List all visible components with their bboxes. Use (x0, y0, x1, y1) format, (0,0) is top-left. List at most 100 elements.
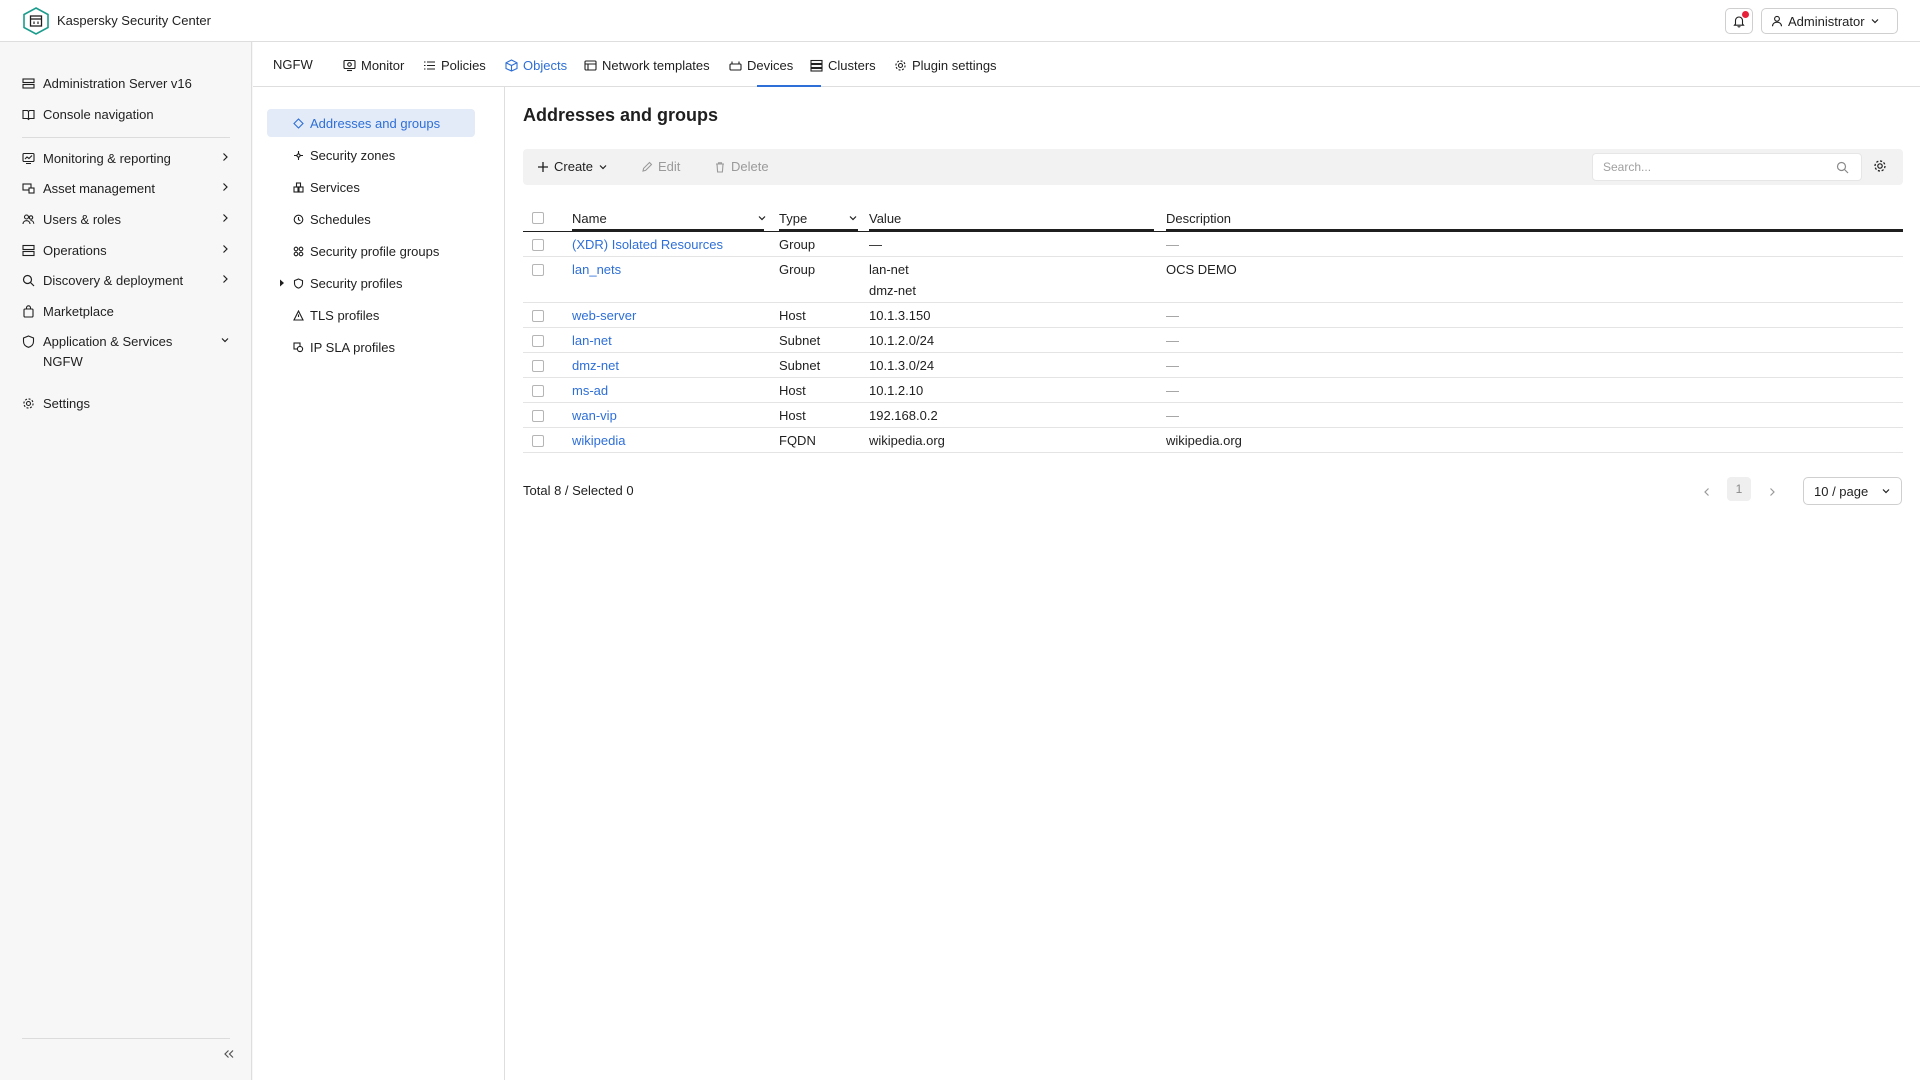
column-header-value[interactable]: Value (869, 211, 901, 226)
object-value: 10.1.3.150 (869, 308, 931, 323)
sidebar-item-monitoring-reporting[interactable]: Monitoring & reporting (22, 146, 230, 170)
next-page-button[interactable] (1767, 486, 1777, 498)
column-resize-line (869, 229, 1154, 231)
kaspersky-logo-icon[interactable] (22, 7, 50, 35)
row-checkbox[interactable] (532, 410, 544, 422)
row-checkbox[interactable] (532, 335, 544, 347)
subnav-item-tls-profiles[interactable]: TLS profiles (267, 301, 475, 329)
table-toolbar: Create Edit Delete (523, 149, 1903, 185)
object-value: 10.1.2.0/24 (869, 333, 935, 348)
gear-icon (1873, 159, 1887, 173)
row-checkbox[interactable] (532, 435, 544, 447)
search-input[interactable] (1603, 160, 1823, 174)
object-name-link[interactable]: wikipedia (572, 433, 625, 448)
object-name-link[interactable]: ms-ad (572, 383, 608, 398)
sidebar-item-label: Operations (43, 242, 107, 258)
monitor-icon (22, 152, 35, 165)
select-all-checkbox[interactable] (532, 212, 544, 224)
object-type: Host (779, 383, 806, 398)
sidebar-item-marketplace[interactable]: Marketplace (22, 299, 230, 323)
table-settings-button[interactable] (1873, 159, 1887, 173)
monitor-icon (343, 59, 356, 72)
subnav-label: IP SLA profiles (310, 339, 396, 355)
column-resize-line (779, 229, 858, 231)
subnav-item-security-profile-groups[interactable]: Security profile groups (267, 237, 475, 265)
notifications-button[interactable] (1725, 8, 1753, 34)
tab-monitor[interactable]: Monitor (343, 58, 404, 73)
tab-clusters[interactable]: Clusters (810, 58, 876, 73)
object-name-link[interactable]: wan-vip (572, 408, 617, 423)
table-row[interactable]: web-server Host 10.1.3.150 — (523, 303, 1903, 328)
tab-label: Devices (747, 58, 794, 73)
tab-plugin-settings[interactable]: Plugin settings (894, 58, 997, 73)
subnav-item-schedules[interactable]: Schedules (267, 205, 475, 233)
row-checkbox[interactable] (532, 360, 544, 372)
sidebar-item-label: Administration Server v16 (43, 75, 192, 91)
sla-icon (293, 341, 304, 353)
sidebar-item-label: Settings (43, 395, 90, 411)
sidebar-item-users-roles[interactable]: Users & roles (22, 207, 230, 231)
object-name-link[interactable]: lan-net (572, 333, 612, 348)
sidebar-item-discovery-deployment[interactable]: Discovery & deployment (22, 268, 230, 292)
column-header-description[interactable]: Description (1166, 211, 1231, 226)
chevron-right-icon (220, 181, 230, 193)
search-icon[interactable] (1836, 161, 1849, 174)
column-header-type[interactable]: Type (779, 211, 807, 226)
table-row[interactable]: wikipedia FQDN wikipedia.org wikipedia.o… (523, 428, 1903, 453)
sort-chevron-icon[interactable] (757, 213, 767, 223)
object-name-link[interactable]: web-server (572, 308, 636, 323)
subnav-item-services[interactable]: Services (267, 173, 475, 201)
plus-icon (537, 161, 549, 173)
sidebar-item-console-navigation[interactable]: Console navigation (22, 102, 230, 126)
create-button[interactable]: Create (537, 159, 608, 174)
column-header-name[interactable]: Name (572, 211, 607, 226)
table-row[interactable]: ms-ad Host 10.1.2.10 — (523, 378, 1903, 403)
page-size-select[interactable]: 10 / page (1803, 477, 1902, 505)
page-number-button[interactable]: 1 (1727, 477, 1751, 501)
row-checkbox[interactable] (532, 239, 544, 251)
app-title: Kaspersky Security Center (57, 13, 211, 28)
tab-objects[interactable]: Objects (505, 58, 567, 73)
previous-page-button[interactable] (1702, 486, 1712, 498)
sidebar-item-asset-management[interactable]: Asset management (22, 176, 230, 200)
caret-right-icon[interactable] (279, 279, 285, 287)
subnav-item-addresses-groups[interactable]: Addresses and groups (267, 109, 475, 137)
server-icon (22, 77, 35, 90)
filter-chevron-icon[interactable] (848, 213, 858, 223)
sidebar-subitem-ngfw[interactable]: NGFW (43, 354, 83, 369)
subnav-item-security-zones[interactable]: Security zones (267, 141, 475, 169)
cluster-icon (810, 59, 823, 72)
table-row[interactable]: lan-net Subnet 10.1.2.0/24 — (523, 328, 1903, 353)
table-row[interactable]: (XDR) Isolated Resources Group — — (523, 232, 1903, 257)
object-description: — (1166, 237, 1179, 252)
object-name-link[interactable]: lan_nets (572, 262, 621, 277)
clock-icon (293, 214, 304, 225)
object-name-link[interactable]: dmz-net (572, 358, 619, 373)
sidebar-item-operations[interactable]: Operations (22, 238, 230, 262)
table-row[interactable]: wan-vip Host 192.168.0.2 — (523, 403, 1903, 428)
subnav-item-ip-sla-profiles[interactable]: IP SLA profiles (267, 333, 475, 361)
row-checkbox[interactable] (532, 264, 544, 276)
tab-network-templates[interactable]: Network templates (584, 58, 710, 73)
table-row[interactable]: lan_nets Group lan-net dmz-net OCS DEMO (523, 257, 1903, 303)
subnav-item-security-profiles[interactable]: Security profiles (267, 269, 475, 297)
table-row[interactable]: dmz-net Subnet 10.1.3.0/24 — (523, 353, 1903, 378)
selection-summary: Total 8 / Selected 0 (523, 483, 634, 498)
user-icon (1771, 15, 1783, 27)
user-menu-button[interactable]: Administrator (1761, 8, 1898, 34)
edit-button[interactable]: Edit (641, 159, 680, 174)
tab-policies[interactable]: Policies (423, 58, 486, 73)
row-checkbox[interactable] (532, 385, 544, 397)
collapse-sidebar-button[interactable] (222, 1048, 236, 1060)
tab-devices[interactable]: Devices (729, 58, 793, 73)
sidebar-item-administration-server[interactable]: Administration Server v16 (22, 71, 230, 95)
object-value: lan-net (869, 262, 909, 277)
sidebar-item-settings[interactable]: Settings (22, 391, 230, 415)
column-resize-line (572, 229, 764, 231)
sidebar-item-application-services[interactable]: Application & Services (22, 329, 230, 353)
subnav-label: Security profiles (310, 275, 403, 291)
bag-icon (22, 304, 35, 318)
delete-button[interactable]: Delete (714, 159, 769, 174)
row-checkbox[interactable] (532, 310, 544, 322)
object-name-link[interactable]: (XDR) Isolated Resources (572, 237, 723, 252)
